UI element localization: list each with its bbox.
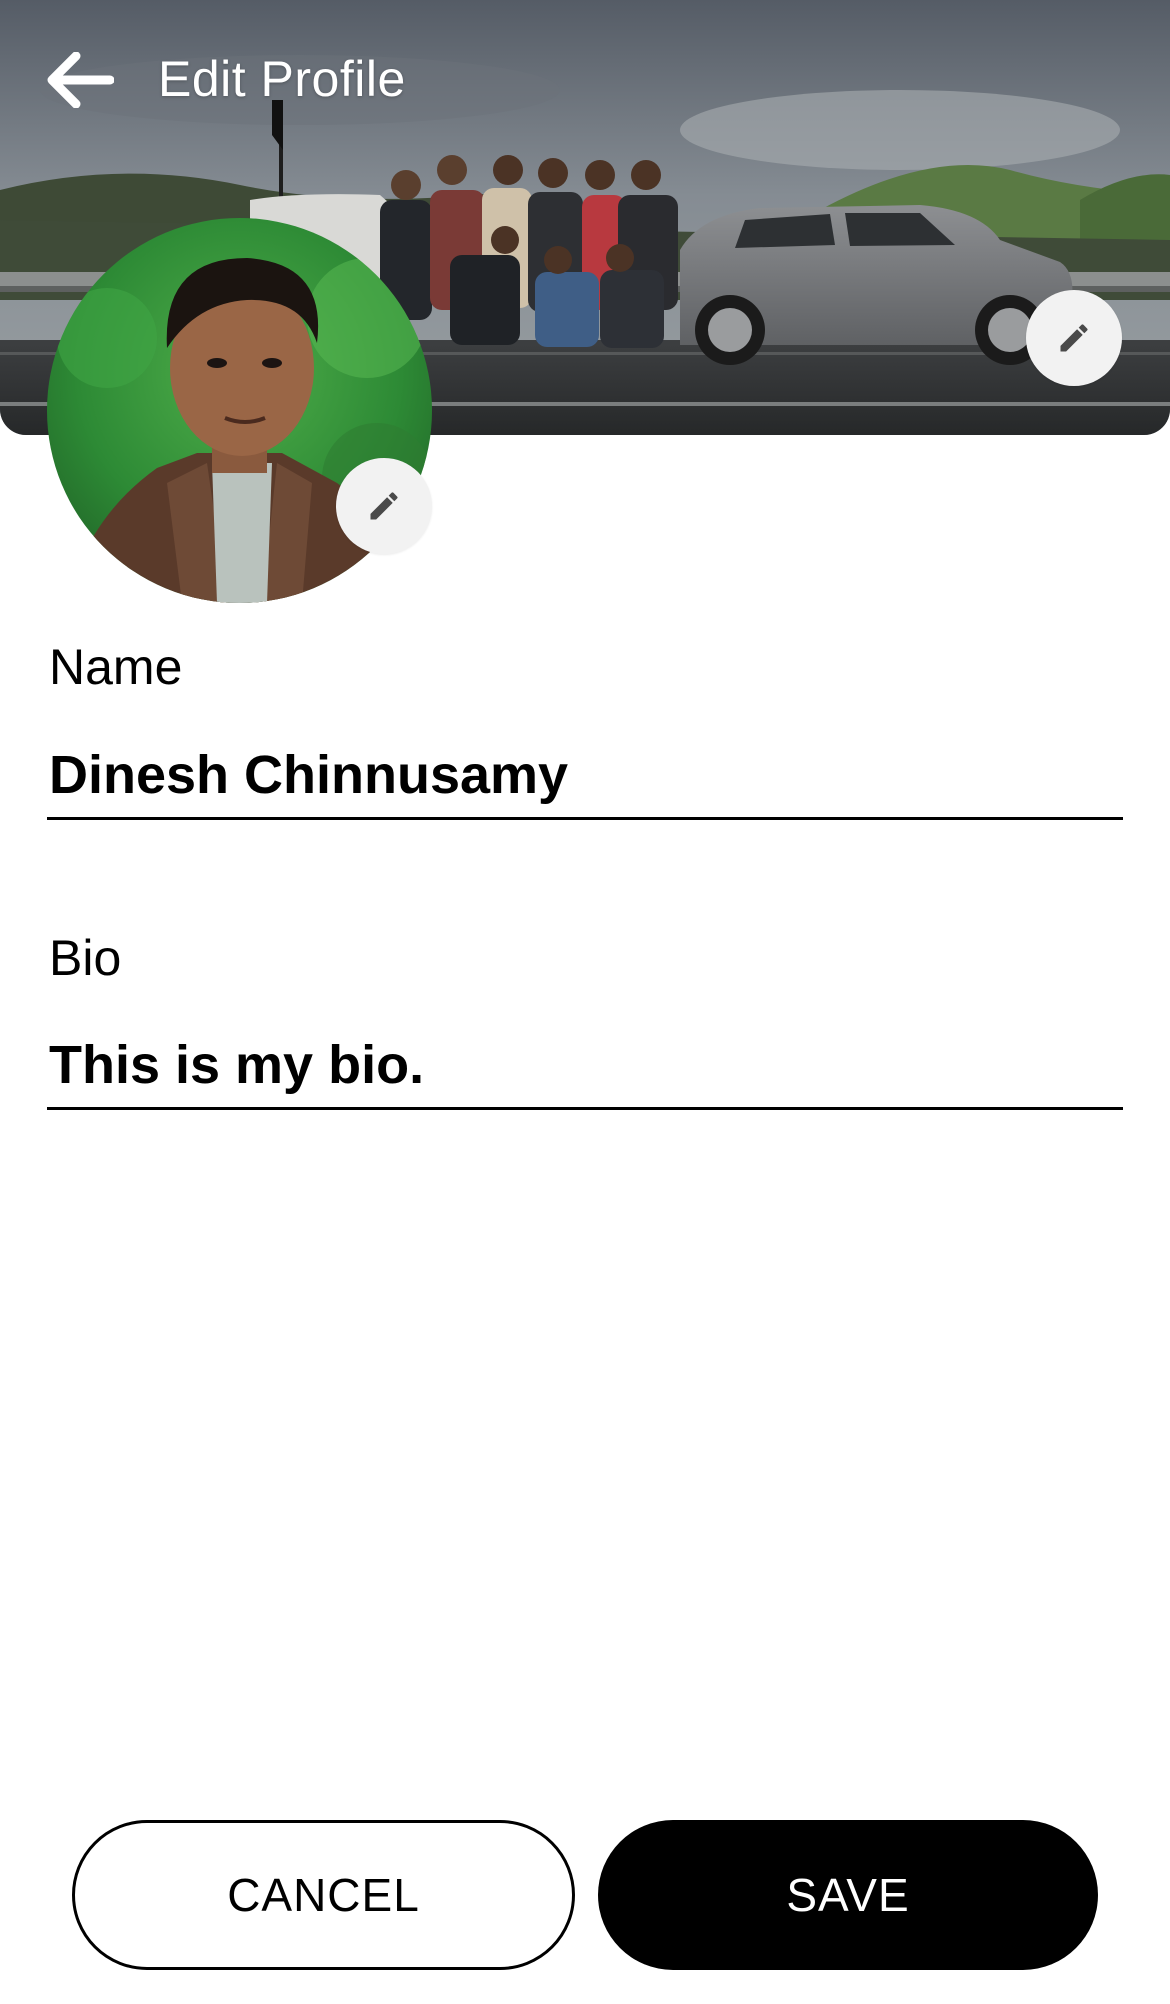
save-button[interactable]: SAVE <box>598 1820 1098 1970</box>
bio-label: Bio <box>49 930 122 986</box>
arrow-left-icon <box>47 52 114 108</box>
pencil-icon <box>370 492 398 520</box>
save-button-label: SAVE <box>786 1869 910 1921</box>
bio-field[interactable] <box>47 1030 1123 1110</box>
name-label: Name <box>49 639 183 695</box>
edit-avatar-button[interactable] <box>336 458 432 554</box>
cancel-button[interactable]: CANCEL <box>72 1820 575 1970</box>
name-field[interactable] <box>47 740 1123 820</box>
page-title: Edit Profile <box>158 51 406 107</box>
back-button[interactable] <box>40 46 120 114</box>
edit-cover-button[interactable] <box>1026 290 1122 386</box>
cancel-button-label: CANCEL <box>227 1869 420 1921</box>
pencil-icon <box>1060 324 1088 352</box>
